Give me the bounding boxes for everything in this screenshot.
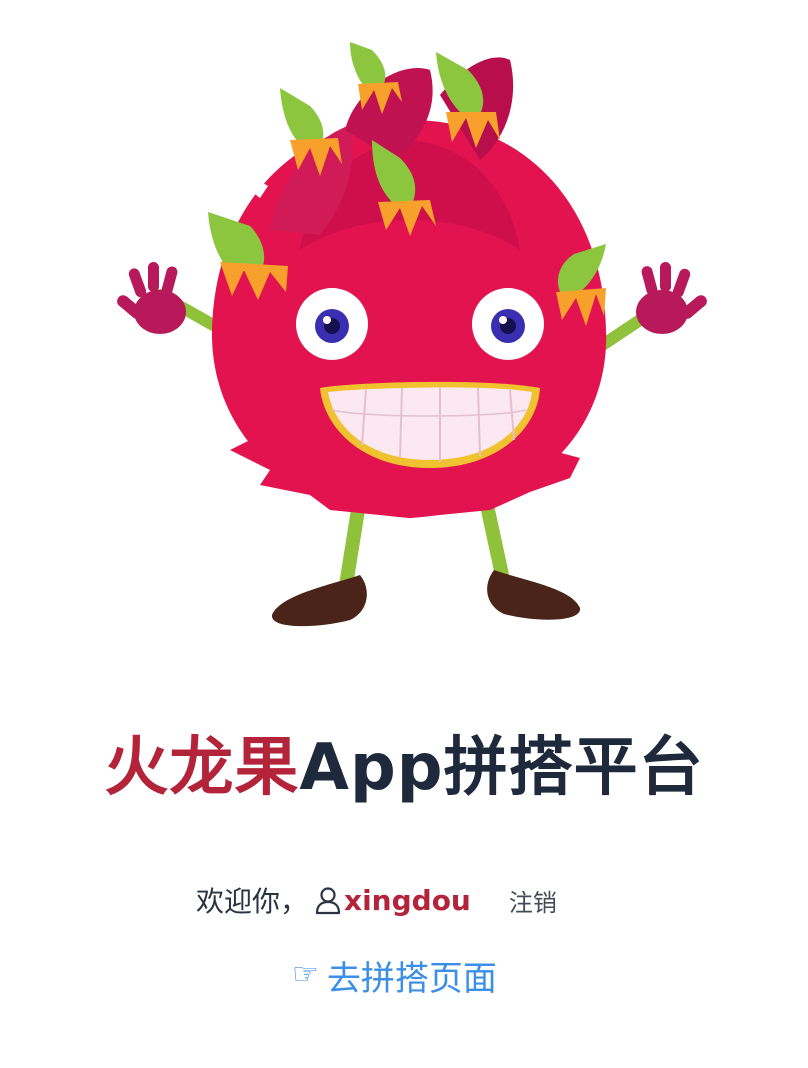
go-to-builder-link[interactable]: ☞ 去拼搭页面 xyxy=(292,950,497,1000)
page-title-rest: App拼搭平台 xyxy=(299,731,704,805)
dragon-fruit-mascot-image xyxy=(110,30,710,650)
go-to-builder-label: 去拼搭页面 xyxy=(326,958,497,999)
page-title-brand: 火龙果 xyxy=(104,731,300,805)
username: xingdou xyxy=(344,883,471,917)
welcome-text: 欢迎你， xyxy=(196,885,309,918)
home-page: 火龙果App拼搭平台 欢迎你， xingdou 注销 ☞ 去拼搭页面 xyxy=(0,0,808,1068)
user-bar: 欢迎你， xingdou 注销 xyxy=(196,878,557,922)
logout-button[interactable]: 注销 xyxy=(509,883,557,918)
page-title: 火龙果App拼搭平台 xyxy=(0,728,808,808)
pointing-hand-icon: ☞ xyxy=(292,957,319,992)
user-icon xyxy=(314,885,342,915)
